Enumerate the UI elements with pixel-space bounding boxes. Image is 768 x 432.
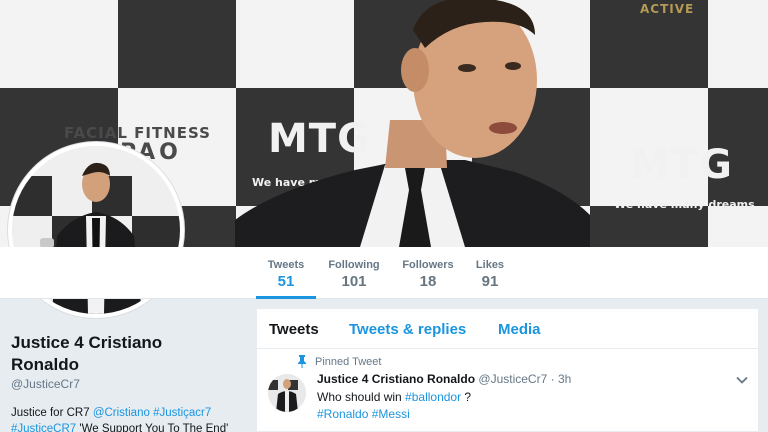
header-portrait (235, 0, 590, 247)
bio-hashtag-justicecr7[interactable]: #JusticeCR7 (11, 423, 76, 432)
nav-following-label: Following (328, 259, 380, 271)
tab-media[interactable]: Media (498, 321, 541, 338)
profile-nav: Tweets 51 Following 101 Followers 18 Lik… (0, 247, 768, 299)
pin-icon (298, 355, 306, 368)
tweet-author-handle[interactable]: @JusticeCr7 (478, 372, 547, 386)
nav-followers[interactable]: Followers 18 (398, 247, 458, 299)
timeline-tabs: Tweets Tweets & replies Media (257, 309, 758, 349)
timeline: Tweets Tweets & replies Media Pinned Twe… (256, 308, 759, 432)
pinned-tweet-label: Pinned Tweet (315, 356, 382, 368)
hashtag-messi[interactable]: #Messi (372, 407, 410, 421)
profile-page: FACIAL FITNESS PAO MTG We have many drea… (0, 0, 768, 432)
tweet-separator: · (547, 372, 558, 386)
pinned-tweet[interactable]: Pinned Tweet Justice 4 Cristiano Ronaldo… (257, 350, 758, 432)
bio-link-cristiano[interactable]: @Cristiano (93, 407, 150, 419)
tweet-author-name[interactable]: Justice 4 Cristiano Ronaldo (317, 372, 475, 386)
nav-followers-count: 18 (419, 273, 437, 290)
hashtag-ronaldo[interactable]: #Ronaldo (317, 407, 368, 421)
tweet-text: Who should win #ballondor ? #Ronaldo #Me… (317, 389, 471, 423)
profile-handle[interactable]: @JusticeCr7 (11, 377, 80, 391)
tweet-avatar-image (268, 374, 306, 412)
bio-hashtag-justicacr7[interactable]: #Justiçacr7 (153, 407, 211, 419)
tweet-text-end: ? (461, 390, 472, 404)
tab-tweets-replies[interactable]: Tweets & replies (349, 321, 466, 338)
hashtag-ballondor[interactable]: #ballondor (405, 390, 461, 404)
nav-following[interactable]: Following 101 (324, 247, 384, 299)
nav-following-count: 101 (341, 273, 367, 290)
nav-likes[interactable]: Likes 91 (466, 247, 514, 299)
chevron-down-icon[interactable] (736, 374, 748, 386)
sponsor-tagline-right: We have many dreams (614, 198, 755, 211)
profile-card: Justice 4 Cristiano Ronaldo @JusticeCr7 … (0, 299, 245, 432)
sponsor-active: ACTIVE (640, 2, 695, 16)
tweet-time[interactable]: 3h (558, 372, 571, 386)
bio-text-end: 'We Support You To The End' (76, 423, 229, 432)
tweet-header: Justice 4 Cristiano Ronaldo @JusticeCr7 … (317, 372, 571, 386)
nav-followers-label: Followers (402, 259, 454, 271)
tweet-avatar[interactable] (268, 374, 306, 412)
nav-tweets-count: 51 (277, 273, 295, 290)
profile-name[interactable]: Justice 4 Cristiano Ronaldo (11, 332, 211, 376)
tab-tweets[interactable]: Tweets (269, 321, 319, 338)
profile-bio: Justice for CR7 @Cristiano #Justiçacr7 #… (11, 405, 243, 432)
nav-likes-label: Likes (475, 259, 505, 271)
nav-tweets[interactable]: Tweets 51 (256, 247, 316, 299)
nav-likes-count: 91 (481, 273, 499, 290)
nav-tweets-label: Tweets (267, 259, 305, 271)
sponsor-mtg-right: MTG (630, 142, 733, 188)
tweet-text-start: Who should win (317, 390, 406, 404)
bio-text-start: Justice for CR7 (11, 407, 93, 419)
